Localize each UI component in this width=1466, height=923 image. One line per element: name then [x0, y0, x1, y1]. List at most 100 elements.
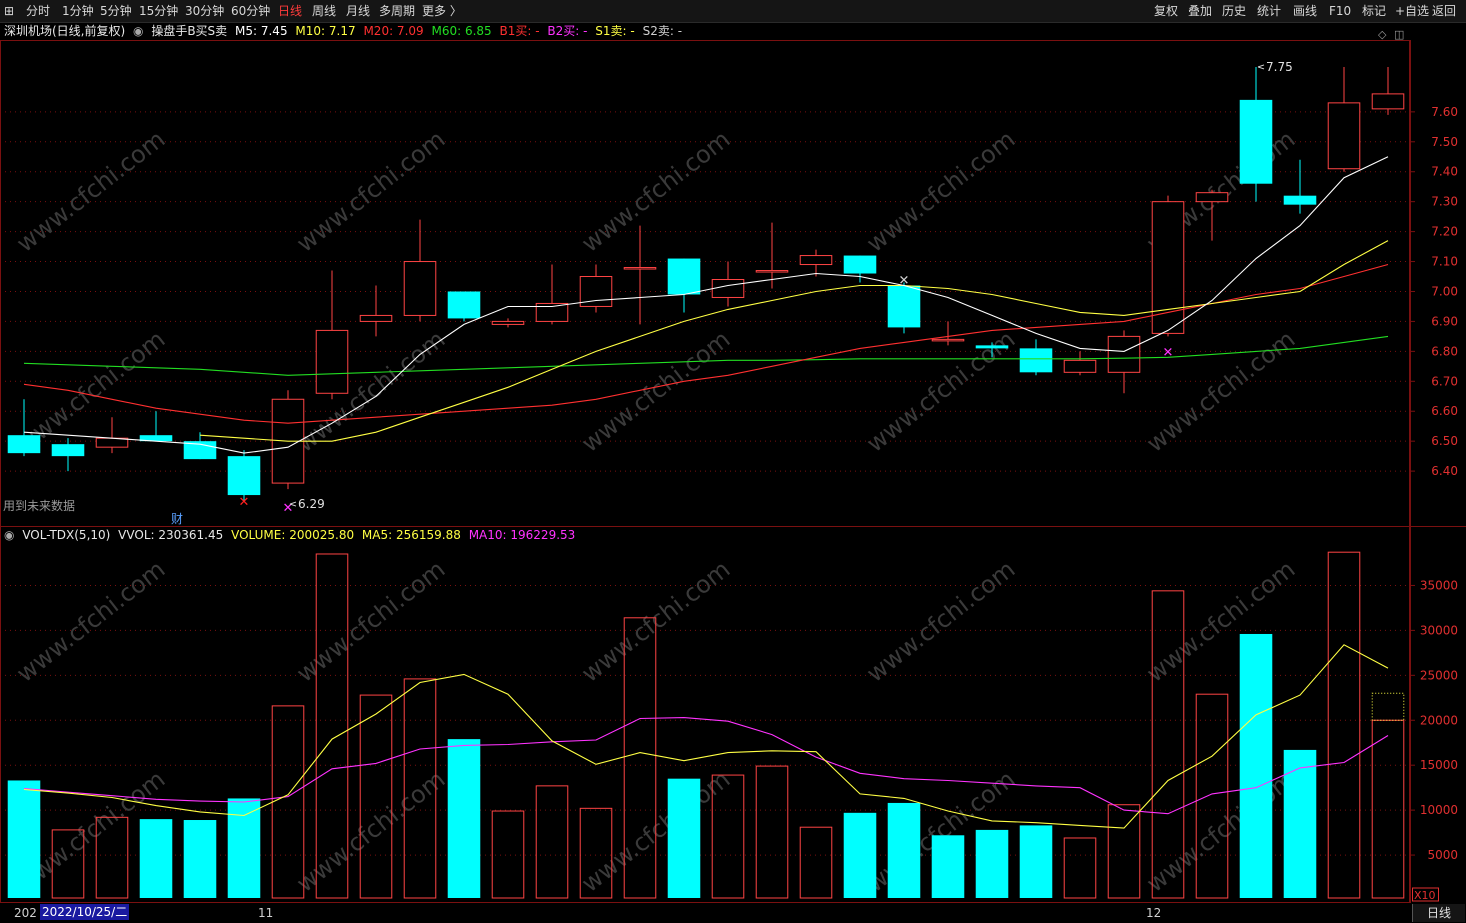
volume-bar [667, 778, 701, 898]
volume-bar [359, 694, 393, 899]
candle-body [1327, 102, 1361, 170]
candle-body [315, 329, 349, 394]
volume-value: VOLUME: 200025.80 [231, 528, 355, 542]
candle-body [359, 314, 393, 322]
vol-ma10-value: MA10: 196229.53 [468, 528, 576, 542]
watermark-text: www.cfchi.com [291, 765, 450, 898]
price-tick-label: 7.50 [1431, 135, 1458, 149]
volume-tick-label: 5000 [1427, 848, 1458, 862]
period-indicator[interactable]: 日线 [1412, 904, 1465, 922]
vol-indicator-name[interactable]: VOL-TDX(5,10) [22, 528, 110, 542]
candle-body [95, 437, 129, 448]
candle-body [711, 279, 745, 298]
volume-tick-label: 35000 [1420, 578, 1458, 592]
candle-body [491, 320, 525, 325]
future-data-note: 用到未来数据 [3, 498, 75, 513]
volume-multiplier: X10 [1414, 889, 1436, 902]
volume-bar [1107, 804, 1141, 899]
signal-mark: ✕ [899, 274, 910, 289]
vol-ma5-value: MA5: 256159.88 [361, 528, 461, 542]
price-tick-label: 7.20 [1431, 225, 1458, 239]
candle-body [447, 291, 481, 319]
volume-bar [887, 802, 921, 898]
volume-bar [755, 765, 789, 899]
date-month-12: 12 [1146, 906, 1162, 920]
candle-body [1063, 359, 1097, 373]
watermark-text: www.cfchi.com [291, 555, 450, 688]
watermark-text: www.cfchi.com [576, 125, 735, 258]
watermark-text: www.cfchi.com [861, 555, 1020, 688]
volume-bar [1283, 749, 1317, 898]
volume-info-bar: ◉ VOL-TDX(5,10) VVOL: 230361.45 VOLUME: … [4, 527, 579, 543]
price-tick-label: 7.00 [1431, 284, 1458, 298]
volume-tick-label: 25000 [1420, 668, 1458, 682]
volume-bar [975, 829, 1009, 898]
date-axis: 202 2022/10/25/二 11 12 [0, 904, 1410, 922]
candle-body [227, 456, 261, 496]
price-tick-label: 6.70 [1431, 374, 1458, 388]
date-month-11: 11 [258, 906, 274, 920]
watermark-text: www.cfchi.com [291, 125, 450, 258]
price-tick-label: 7.60 [1431, 105, 1458, 119]
candle-body [7, 435, 41, 454]
candle-body [975, 345, 1009, 349]
watermark-text: www.cfchi.com [1141, 555, 1300, 688]
candle-body [887, 285, 921, 328]
candle-body [51, 444, 85, 457]
watermark-text: www.cfchi.com [576, 325, 735, 458]
candle-body [799, 255, 833, 266]
vol-indicator-icon[interactable]: ◉ [4, 528, 14, 542]
volume-bar [931, 835, 965, 898]
volume-bar [7, 780, 41, 898]
candle-body [1151, 201, 1185, 334]
candle-body [931, 338, 965, 342]
candle-body [623, 267, 657, 270]
financial-report-mark: 财 [171, 512, 183, 526]
candle-body [1019, 348, 1053, 373]
candle-body [1195, 192, 1229, 203]
candle-body [403, 261, 437, 316]
volume-bar [183, 820, 217, 898]
volume-tick-label: 15000 [1420, 758, 1458, 772]
price-tick-label: 7.30 [1431, 195, 1458, 209]
signal-mark: ✕ [239, 495, 250, 510]
extreme-price-label: 7.75 [1266, 60, 1293, 74]
volume-estimate-box [1371, 692, 1405, 721]
volume-tick-label: 30000 [1420, 623, 1458, 637]
volume-bar [1327, 551, 1361, 899]
watermark-text: www.cfchi.com [11, 555, 170, 688]
price-tick-label: 6.50 [1431, 434, 1458, 448]
date-first: 202 [14, 906, 37, 920]
candle-body [1371, 93, 1405, 110]
extreme-arrow [1257, 64, 1265, 70]
watermark-text: www.cfchi.com [291, 325, 450, 458]
watermark-text: www.cfchi.com [1141, 765, 1300, 898]
volume-bar [1371, 719, 1405, 899]
volume-bar [491, 810, 525, 899]
price-tick-label: 6.60 [1431, 404, 1458, 418]
watermark-text: www.cfchi.com [11, 125, 170, 258]
price-tick-label: 6.80 [1431, 344, 1458, 358]
extreme-price-label: 6.29 [298, 497, 325, 511]
candle-body [1239, 99, 1273, 184]
watermark-text: www.cfchi.com [861, 125, 1020, 258]
volume-bar [1019, 825, 1053, 898]
volume-bar [535, 785, 569, 899]
volume-tick-label: 10000 [1420, 803, 1458, 817]
volume-bar [139, 819, 173, 898]
price-tick-label: 7.10 [1431, 255, 1458, 269]
signal-mark: ✕ [1163, 345, 1174, 360]
volume-bar [1195, 693, 1229, 899]
volume-bar [1239, 633, 1273, 898]
volume-bar [799, 826, 833, 899]
price-tick-label: 6.90 [1431, 314, 1458, 328]
panel-icon: ◫ [1394, 28, 1404, 41]
volume-bar [1063, 837, 1097, 899]
volume-tick-label: 20000 [1420, 713, 1458, 727]
candle-body [667, 258, 701, 295]
volume-bar [843, 812, 877, 898]
kline-chart[interactable]: 6.40 6.50 6.60 6.70 6.80 6.90 7.00 7.10 7.20 7.30… [0, 0, 1466, 923]
diamond-icon: ◇ [1378, 28, 1387, 41]
candle-body [843, 255, 877, 274]
price-tick-label: 6.40 [1431, 464, 1458, 478]
